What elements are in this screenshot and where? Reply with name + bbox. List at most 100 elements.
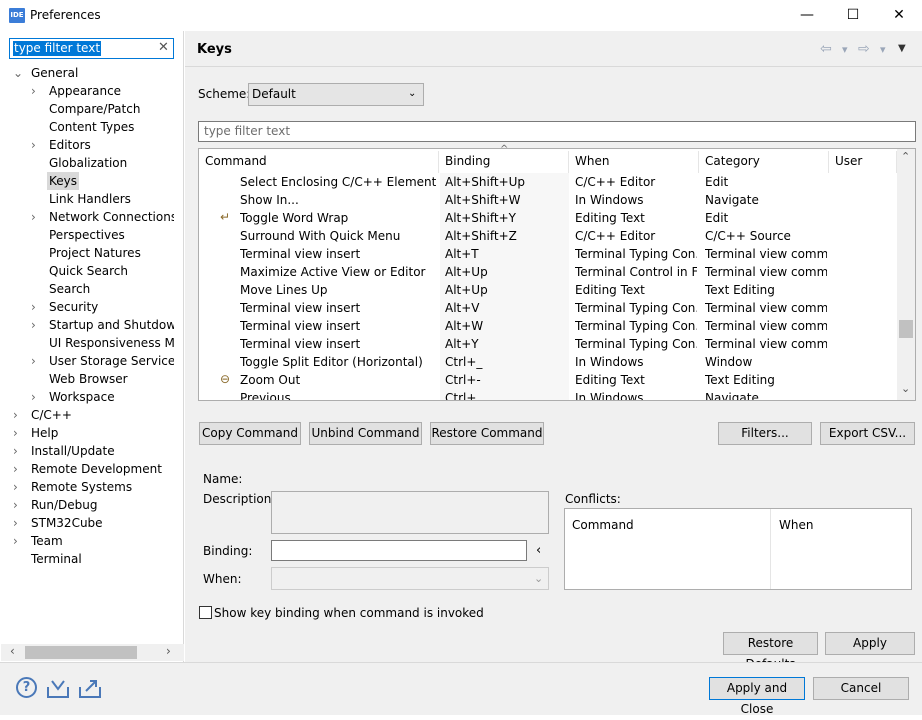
scroll-left-icon[interactable]: ‹ [10, 644, 15, 658]
tree-item-web-browser[interactable]: Web Browser [47, 370, 130, 388]
tree-item-workspace[interactable]: Workspace [47, 388, 117, 406]
conflicts-when-header[interactable]: When [779, 518, 813, 532]
table-cell-category: Edit [705, 211, 729, 225]
expand-right-icon[interactable]: › [13, 478, 18, 496]
expand-right-icon[interactable]: › [13, 460, 18, 478]
cancel-button[interactable]: Cancel [813, 677, 909, 700]
apply-and-close-button[interactable]: Apply and Close [709, 677, 805, 716]
show-key-binding-checkbox[interactable] [199, 606, 212, 619]
filters-button[interactable]: Filters... [718, 422, 812, 445]
binding-input[interactable] [271, 540, 527, 561]
tree-item-network-connections[interactable]: Network Connections [47, 208, 174, 226]
help-icon[interactable]: ? [16, 677, 37, 698]
minimize-button[interactable]: — [784, 0, 830, 31]
tree-item-link-handlers[interactable]: Link Handlers [47, 190, 133, 208]
clear-filter-icon[interactable]: ✕ [158, 40, 169, 55]
keys-filter-input[interactable]: type filter text [198, 121, 916, 142]
close-button[interactable]: ✕ [876, 0, 922, 31]
expand-right-icon[interactable]: › [13, 442, 18, 460]
expand-right-icon[interactable]: › [31, 352, 36, 370]
tree-item-c-c[interactable]: C/C++ [29, 406, 74, 424]
back-icon[interactable]: ⇦ [820, 41, 832, 57]
tree-item-keys[interactable]: Keys [47, 172, 80, 190]
tree-item-remote-development[interactable]: Remote Development [29, 460, 164, 478]
column-header-category[interactable]: Category [699, 151, 829, 173]
scroll-right-icon[interactable]: › [166, 644, 171, 658]
tree-item-team[interactable]: Team [29, 532, 65, 550]
tree-item-remote-systems[interactable]: Remote Systems [29, 478, 134, 496]
expand-down-icon[interactable]: ⌄ [13, 64, 23, 82]
tree-item-help[interactable]: Help [29, 424, 60, 442]
tree-item-startup-and-shutdown[interactable]: Startup and Shutdown [47, 316, 174, 334]
tree-item-general[interactable]: General [29, 64, 80, 82]
binding-menu-icon[interactable]: ‹ [536, 543, 541, 558]
conflicts-command-header[interactable]: Command [572, 518, 634, 532]
table-cell-when: Terminal Typing Con... [575, 247, 697, 261]
import-icon[interactable] [46, 677, 70, 699]
table-vertical-scrollbar[interactable] [897, 149, 915, 400]
forward-icon[interactable]: ⇨ [858, 41, 870, 57]
chevron-down-icon: ⌄ [408, 88, 417, 99]
scroll-down-icon[interactable]: ⌄ [901, 382, 910, 395]
restore-command-button[interactable]: Restore Command [430, 422, 544, 445]
table-cell-category: Text Editing [705, 283, 775, 297]
expand-right-icon[interactable]: › [31, 82, 36, 100]
table-scroll-thumb[interactable] [899, 320, 913, 338]
tree-item-security[interactable]: Security [47, 298, 100, 316]
column-header-when[interactable]: When [569, 151, 699, 173]
export-icon[interactable] [78, 677, 102, 699]
tree-scroll-thumb[interactable] [25, 646, 137, 659]
unbind-command-button[interactable]: Unbind Command [309, 422, 422, 445]
tree-item-perspectives[interactable]: Perspectives [47, 226, 127, 244]
forward-dropdown-icon[interactable]: ▾ [880, 43, 886, 56]
tree-item-ui-responsiveness-monit[interactable]: UI Responsiveness Monit [47, 334, 174, 352]
table-cell-binding: Alt+Up [445, 265, 488, 279]
description-field [271, 491, 549, 534]
tree-filter-text[interactable]: type filter text [13, 41, 102, 56]
scheme-select[interactable]: Default [248, 83, 424, 106]
scroll-up-icon[interactable]: ⌃ [901, 150, 910, 163]
title-bar: IDE Preferences — ☐ ✕ [0, 0, 922, 31]
tree-item-search[interactable]: Search [47, 280, 92, 298]
back-dropdown-icon[interactable]: ▾ [842, 43, 848, 56]
maximize-button[interactable]: ☐ [830, 0, 876, 31]
table-cell-category: Navigate [705, 193, 759, 207]
copy-command-button[interactable]: Copy Command [199, 422, 301, 445]
column-header-command[interactable]: Command [199, 151, 439, 173]
tree-item-project-natures[interactable]: Project Natures [47, 244, 143, 262]
expand-right-icon[interactable]: › [13, 424, 18, 442]
table-cell-binding: Alt+Shift+Y [445, 211, 516, 225]
expand-right-icon[interactable]: › [31, 136, 36, 154]
zoom-out-icon: ⊖ [220, 372, 231, 386]
view-menu-icon[interactable]: ▼ [898, 43, 906, 54]
tree-item-editors[interactable]: Editors [47, 136, 93, 154]
restore-defaults-button[interactable]: Restore Defaults [723, 632, 818, 671]
tree-item-quick-search[interactable]: Quick Search [47, 262, 130, 280]
expand-right-icon[interactable]: › [13, 496, 18, 514]
table-cell-binding: Alt+T [445, 247, 479, 261]
tree-item-globalization[interactable]: Globalization [47, 154, 129, 172]
when-select[interactable] [271, 567, 549, 590]
tree-item-terminal[interactable]: Terminal [29, 550, 84, 568]
expand-right-icon[interactable]: › [31, 208, 36, 226]
expand-right-icon[interactable]: › [31, 298, 36, 316]
tree-item-compare-patch[interactable]: Compare/Patch [47, 100, 142, 118]
table-cell-category: Window [705, 355, 753, 369]
tree-item-user-storage-service[interactable]: User Storage Service [47, 352, 174, 370]
tree-item-content-types[interactable]: Content Types [47, 118, 136, 136]
tree-item-stm32cube[interactable]: STM32Cube [29, 514, 105, 532]
expand-right-icon[interactable]: › [13, 514, 18, 532]
when-label: When: [203, 572, 242, 586]
apply-button[interactable]: Apply [825, 632, 915, 655]
tree-item-appearance[interactable]: Appearance [47, 82, 123, 100]
expand-right-icon[interactable]: › [31, 388, 36, 406]
tree-item-run-debug[interactable]: Run/Debug [29, 496, 100, 514]
expand-right-icon[interactable]: › [13, 532, 18, 550]
expand-right-icon[interactable]: › [31, 316, 36, 334]
column-header-user[interactable]: User [829, 151, 897, 173]
tree-item-install-update[interactable]: Install/Update [29, 442, 117, 460]
export-csv-button[interactable]: Export CSV... [820, 422, 915, 445]
table-cell-command: Zoom Out [240, 373, 301, 387]
app-icon: IDE [9, 8, 25, 23]
expand-right-icon[interactable]: › [13, 406, 18, 424]
